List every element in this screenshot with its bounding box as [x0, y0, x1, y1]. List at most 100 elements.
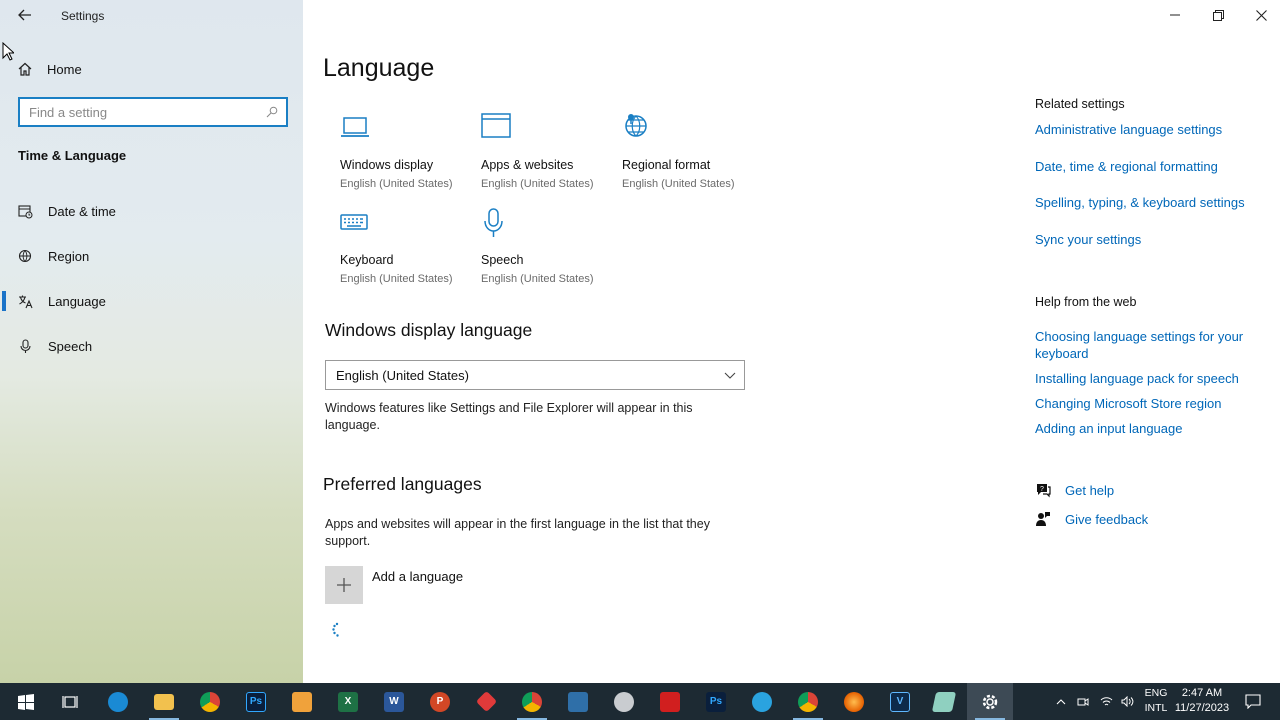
tile-windows-display[interactable]: Windows display English (United States)	[340, 113, 475, 201]
preferred-languages-heading: Preferred languages	[323, 474, 482, 494]
telegram-logo-icon	[752, 691, 772, 712]
meet-now-button[interactable]	[1074, 683, 1092, 720]
notes-icon[interactable]	[921, 683, 967, 720]
tile-label: Speech	[481, 253, 524, 267]
sidebar-item-region[interactable]: Region	[0, 242, 303, 270]
display-language-heading: Windows display language	[325, 320, 533, 340]
task-view-button[interactable]	[47, 683, 93, 720]
vegas-logo-icon: V	[890, 691, 910, 712]
keyboard-icon	[340, 214, 368, 230]
active-indicator	[2, 291, 6, 311]
paint-icon[interactable]	[601, 683, 647, 720]
excel-icon[interactable]: X	[325, 683, 371, 720]
installer-logo-icon	[568, 691, 588, 712]
add-icon-box	[325, 566, 363, 604]
sidebar-item-date-time[interactable]: Date & time	[0, 197, 303, 225]
task-view-icon	[62, 695, 78, 708]
preferred-languages-description: Apps and websites will appear in the fir…	[325, 517, 710, 548]
sidebar-item-speech[interactable]: Speech	[0, 332, 303, 360]
tile-speech[interactable]: Speech English (United States)	[481, 208, 616, 296]
chrome-profile-icon-2[interactable]	[785, 683, 831, 720]
edge-icon[interactable]	[95, 683, 141, 720]
python-installer-icon[interactable]	[555, 683, 601, 720]
chrome-profile-icon[interactable]	[509, 683, 555, 720]
add-language-button[interactable]: Add a language	[325, 566, 463, 604]
sidebar-item-label: Language	[48, 293, 106, 309]
globe-region-icon	[18, 249, 32, 262]
acrobat-logo-icon	[660, 691, 680, 712]
notification-icon	[1245, 694, 1261, 709]
tile-regional-format[interactable]: Regional format English (United States)	[622, 113, 757, 201]
anydesk-icon[interactable]	[463, 683, 509, 720]
give-feedback-link[interactable]: Give feedback	[1035, 511, 1148, 527]
show-hidden-icons-button[interactable]	[1052, 683, 1070, 720]
word-icon[interactable]: W	[371, 683, 417, 720]
search-input[interactable]	[29, 104, 266, 120]
tile-keyboard[interactable]: Keyboard English (United States)	[340, 208, 475, 296]
speaker-icon	[1121, 696, 1133, 707]
help-web-heading: Help from the web	[1035, 295, 1137, 309]
laptop-icon	[341, 117, 369, 137]
photoshop-icon-2[interactable]: Ps	[693, 683, 739, 720]
firefox-icon[interactable]	[831, 683, 877, 720]
file-explorer-icon[interactable]	[141, 683, 187, 720]
sidebar-item-home[interactable]: Home	[18, 59, 82, 79]
vegas-icon[interactable]: V	[877, 683, 923, 720]
close-icon	[1255, 9, 1267, 21]
wifi-icon	[1100, 697, 1112, 706]
get-help-link[interactable]: ? Get help	[1035, 482, 1114, 498]
action-center-button[interactable]	[1238, 683, 1268, 720]
excel-logo-icon: X	[338, 691, 358, 712]
office-icon[interactable]	[279, 683, 325, 720]
start-button[interactable]	[3, 683, 49, 720]
language-icon	[19, 295, 33, 308]
calendar-clock-icon	[18, 204, 33, 218]
input-language-indicator[interactable]: ENG INTL	[1144, 686, 1168, 716]
sidebar-item-label: Region	[48, 248, 90, 264]
tile-label: Apps & websites	[481, 158, 574, 172]
search-icon[interactable]	[266, 106, 278, 118]
display-language-description: Windows features like Settings and File …	[325, 401, 693, 432]
sidebar-section-title: Time & Language	[18, 148, 127, 163]
link-administrative-language[interactable]: Administrative language settings	[1035, 121, 1222, 138]
back-button[interactable]	[14, 5, 36, 25]
settings-taskbar-icon[interactable]	[967, 683, 1013, 720]
telegram-icon[interactable]	[739, 683, 785, 720]
acrobat-icon[interactable]	[647, 683, 693, 720]
link-choosing-language-keyboard[interactable]: Choosing language settings for your keyb…	[1035, 328, 1260, 362]
globe-pin-icon	[625, 114, 647, 137]
search-box[interactable]	[18, 97, 288, 127]
related-settings-heading: Related settings	[1035, 97, 1125, 111]
tile-label: Keyboard	[340, 253, 394, 267]
sidebar-item-label: Speech	[48, 338, 93, 354]
firefox-logo-icon	[844, 691, 864, 712]
window-title: Settings	[61, 9, 105, 23]
link-adding-input-language[interactable]: Adding an input language	[1035, 420, 1182, 437]
close-button[interactable]	[1239, 0, 1280, 30]
link-installing-language-pack[interactable]: Installing language pack for speech	[1035, 370, 1239, 387]
volume-button[interactable]	[1118, 683, 1136, 720]
clock[interactable]: 2:47 AM 11/27/2023	[1172, 686, 1232, 716]
dropdown-value: English (United States)	[336, 367, 469, 383]
link-changing-store-region[interactable]: Changing Microsoft Store region	[1035, 395, 1221, 412]
chrome-logo-icon	[798, 691, 818, 712]
display-language-dropdown[interactable]: English (United States)	[325, 360, 745, 390]
sidebar-item-language[interactable]: Language	[0, 287, 303, 315]
minimize-button[interactable]	[1153, 0, 1197, 30]
browser-window-icon	[481, 113, 511, 138]
powerpoint-icon[interactable]: P	[417, 683, 463, 720]
restore-button[interactable]	[1196, 0, 1240, 30]
tile-apps-websites[interactable]: Apps & websites English (United States)	[481, 113, 616, 201]
chrome-icon[interactable]	[187, 683, 233, 720]
link-spelling-typing-keyboard[interactable]: Spelling, typing, & keyboard settings	[1035, 194, 1245, 211]
link-sync-settings[interactable]: Sync your settings	[1035, 231, 1141, 248]
photoshop-icon[interactable]: Ps	[233, 683, 279, 720]
plus-icon	[337, 578, 351, 592]
clock-date: 11/27/2023	[1174, 702, 1230, 714]
anydesk-logo-icon	[475, 690, 497, 713]
home-icon	[18, 62, 32, 76]
network-button[interactable]	[1097, 683, 1115, 720]
link-date-time-regional[interactable]: Date, time & regional formatting	[1035, 158, 1218, 175]
help-chat-icon: ?	[1037, 484, 1051, 498]
tile-value: English (United States)	[340, 273, 453, 285]
